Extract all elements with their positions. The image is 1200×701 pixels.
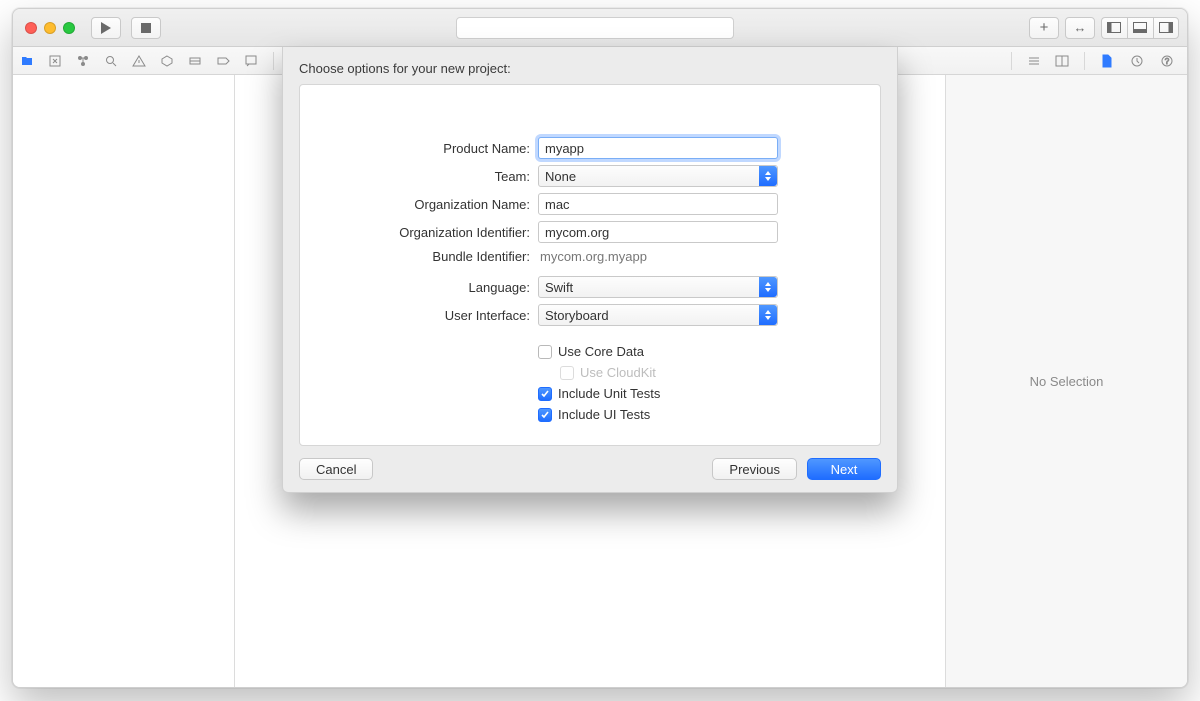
sheet-body: Product Name: Team: None [299, 84, 881, 446]
issue-navigator-tab[interactable] [131, 53, 147, 69]
report-navigator-tab[interactable] [243, 53, 259, 69]
minimize-window-button[interactable] [44, 22, 56, 34]
activity-viewer [456, 17, 733, 39]
swap-button[interactable]: ↔ [1065, 17, 1095, 39]
main-area: Choose options for your new project: Pro… [13, 75, 1187, 687]
history-inspector-tab[interactable] [1129, 53, 1145, 69]
divider [1011, 52, 1012, 70]
sheet-title: Choose options for your new project: [299, 61, 881, 76]
zoom-window-button[interactable] [63, 22, 75, 34]
layout-toggle-group [1101, 17, 1179, 39]
user-interface-value: Storyboard [545, 308, 609, 323]
swap-icon: ↔ [1073, 20, 1086, 35]
divider [1084, 52, 1085, 70]
user-interface-label: User Interface: [330, 308, 530, 323]
project-navigator-tab[interactable] [19, 53, 35, 69]
team-value: None [545, 169, 576, 184]
assistant-list-icon[interactable] [1026, 53, 1042, 69]
bundle-identifier-label: Bundle Identifier: [330, 249, 530, 264]
team-popup[interactable]: None [538, 165, 778, 187]
product-name-label: Product Name: [330, 141, 530, 156]
user-interface-popup[interactable]: Storyboard [538, 304, 778, 326]
file-inspector-tab[interactable] [1099, 53, 1115, 69]
divider [273, 52, 274, 70]
toggle-right-panel-button[interactable] [1153, 17, 1179, 39]
symbol-navigator-tab[interactable] [75, 53, 91, 69]
language-label: Language: [330, 280, 530, 295]
new-project-options-sheet: Choose options for your new project: Pro… [282, 47, 898, 493]
close-window-button[interactable] [25, 22, 37, 34]
stop-button[interactable] [131, 17, 161, 39]
team-label: Team: [330, 169, 530, 184]
titlebar: + ↔ [13, 9, 1187, 47]
xcode-window: + ↔ [12, 8, 1188, 688]
use-core-data-label: Use Core Data [558, 344, 644, 359]
include-ui-tests-checkbox[interactable] [538, 408, 552, 422]
traffic-lights [25, 22, 75, 34]
toggle-left-panel-button[interactable] [1101, 17, 1127, 39]
toggle-bottom-panel-button[interactable] [1127, 17, 1153, 39]
test-navigator-tab[interactable] [159, 53, 175, 69]
previous-button[interactable]: Previous [712, 458, 797, 480]
breakpoint-navigator-tab[interactable] [215, 53, 231, 69]
find-navigator-tab[interactable] [103, 53, 119, 69]
project-navigator-pane [13, 75, 235, 687]
use-core-data-checkbox[interactable] [538, 345, 552, 359]
language-popup[interactable]: Swift [538, 276, 778, 298]
help-inspector-tab[interactable]: ? [1159, 53, 1175, 69]
chevrons-icon [759, 166, 777, 186]
product-name-field[interactable] [538, 137, 778, 159]
editor-pane: Choose options for your new project: Pro… [235, 75, 945, 687]
organization-identifier-label: Organization Identifier: [330, 225, 530, 240]
plus-icon: + [1040, 20, 1049, 35]
chevrons-icon [759, 277, 777, 297]
add-button[interactable]: + [1029, 17, 1059, 39]
bundle-identifier-value: mycom.org.myapp [538, 249, 778, 264]
source-control-navigator-tab[interactable] [47, 53, 63, 69]
assistant-grid-icon[interactable] [1054, 53, 1070, 69]
cancel-button[interactable]: Cancel [299, 458, 373, 480]
debug-navigator-tab[interactable] [187, 53, 203, 69]
include-unit-tests-checkbox[interactable] [538, 387, 552, 401]
run-button[interactable] [91, 17, 121, 39]
chevrons-icon [759, 305, 777, 325]
use-cloudkit-label: Use CloudKit [580, 365, 656, 380]
language-value: Swift [545, 280, 573, 295]
organization-identifier-field[interactable] [538, 221, 778, 243]
include-unit-tests-label: Include Unit Tests [558, 386, 660, 401]
organization-name-field[interactable] [538, 193, 778, 215]
no-selection-label: No Selection [1030, 374, 1104, 389]
svg-text:?: ? [1165, 57, 1170, 66]
organization-name-label: Organization Name: [330, 197, 530, 212]
next-button[interactable]: Next [807, 458, 881, 480]
use-cloudkit-checkbox [560, 366, 574, 380]
inspector-pane: No Selection [945, 75, 1187, 687]
include-ui-tests-label: Include UI Tests [558, 407, 650, 422]
